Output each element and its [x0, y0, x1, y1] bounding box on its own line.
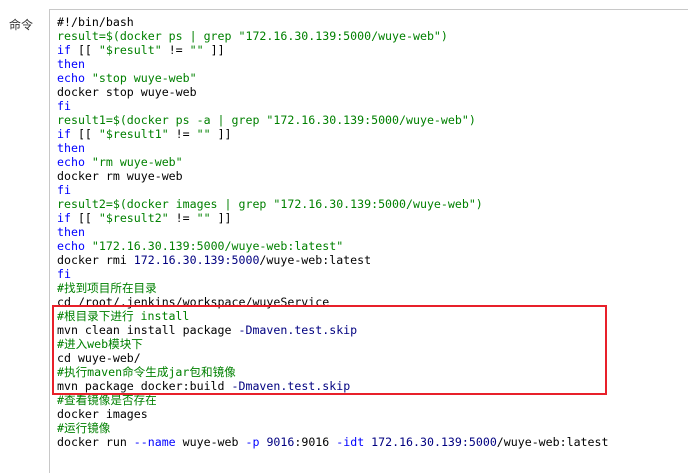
code-line: echo "172.16.30.139:5000/wuye-web:latest… [57, 239, 608, 253]
code-token: "172.16.30.139:5000/wuye-web:latest" [91, 239, 344, 253]
code-line: #!/bin/bash [57, 15, 608, 29]
code-token: 172.16.30.139:5000 [133, 253, 260, 267]
code-token: :9016 [294, 435, 337, 449]
code-token: result2=$(docker images | grep "172.16.3… [57, 197, 483, 211]
code-line: then [57, 225, 608, 239]
code-line: docker rm wuye-web [57, 169, 608, 183]
code-token: if [57, 43, 71, 57]
code-token: "$result2" [98, 211, 169, 225]
code-token: #查看镜像是否存在 [57, 393, 157, 407]
code-line: if [[ "$result1" != "" ]] [57, 127, 608, 141]
code-line: result1=$(docker ps -a | grep "172.16.30… [57, 113, 608, 127]
code-line: result=$(docker ps | grep "172.16.30.139… [57, 29, 608, 43]
code-token: if [57, 211, 71, 225]
code-line: #运行镜像 [57, 421, 608, 435]
code-line: then [57, 57, 608, 71]
code-token: "$result" [98, 43, 162, 57]
code-token: != [168, 211, 197, 225]
code-token: "rm wuye-web" [91, 155, 183, 169]
code-token: then [57, 57, 85, 71]
code-line: #找到项目所在目录 [57, 281, 608, 295]
code-line: result2=$(docker images | grep "172.16.3… [57, 197, 608, 211]
code-token: docker run [57, 435, 134, 449]
code-token: [[ [70, 211, 99, 225]
code-line: docker run --name wuye-web -p 9016:9016 … [57, 435, 608, 449]
code-line: fi [57, 183, 608, 197]
code-token: wuye-web [175, 435, 246, 449]
code-line: docker images [57, 407, 608, 421]
code-token: result1=$(docker ps -a | grep "172.16.30… [57, 113, 476, 127]
code-token: 172.16.30.139:5000 [371, 435, 497, 449]
code-token: "" [196, 211, 211, 225]
code-token: fi [57, 183, 71, 197]
code-token: #运行镜像 [57, 421, 111, 435]
code-token: "stop wuye-web" [91, 71, 197, 85]
code-token: result=$(docker ps | grep "172.16.30.139… [57, 29, 448, 43]
code-token: ]] [210, 127, 232, 141]
code-token: echo [57, 71, 85, 85]
code-token: != [168, 127, 197, 141]
code-token: 9016 [266, 435, 295, 449]
code-token: echo [57, 155, 85, 169]
code-token: fi [57, 267, 71, 281]
code-line: #查看镜像是否存在 [57, 393, 608, 407]
code-token: [[ [70, 127, 99, 141]
code-token: echo [57, 239, 85, 253]
code-token: docker rm wuye-web [57, 169, 183, 183]
code-line: if [[ "$result2" != "" ]] [57, 211, 608, 225]
code-line: fi [57, 267, 608, 281]
code-token: ]] [203, 43, 225, 57]
code-token: -p [245, 435, 260, 449]
code-line: fi [57, 99, 608, 113]
code-token: #!/bin/bash [57, 15, 134, 29]
highlight-annotation-box [52, 305, 607, 395]
code-token: "$result1" [98, 127, 169, 141]
code-token: #找到项目所在目录 [57, 281, 157, 295]
code-token: then [57, 225, 85, 239]
code-token: != [161, 43, 190, 57]
code-token: [[ [70, 43, 99, 57]
code-line: echo "stop wuye-web" [57, 71, 608, 85]
code-line: docker stop wuye-web [57, 85, 608, 99]
code-token: "" [189, 43, 204, 57]
code-line: docker rmi 172.16.30.139:5000/wuye-web:l… [57, 253, 608, 267]
code-token: fi [57, 99, 71, 113]
code-line: then [57, 141, 608, 155]
code-token: then [57, 141, 85, 155]
code-token: docker images [57, 407, 148, 421]
code-line: echo "rm wuye-web" [57, 155, 608, 169]
code-token: if [57, 127, 71, 141]
code-token: --name [133, 435, 176, 449]
command-field-label: 命令 [9, 18, 34, 32]
code-token: /wuye-web:latest [259, 253, 372, 267]
code-token: /wuye-web:latest [496, 435, 609, 449]
code-line: if [[ "$result" != "" ]] [57, 43, 608, 57]
code-token: ]] [210, 211, 232, 225]
code-token: "" [196, 127, 211, 141]
code-token: docker rmi [57, 253, 134, 267]
code-token: -idt [336, 435, 365, 449]
code-token: docker stop wuye-web [57, 85, 197, 99]
